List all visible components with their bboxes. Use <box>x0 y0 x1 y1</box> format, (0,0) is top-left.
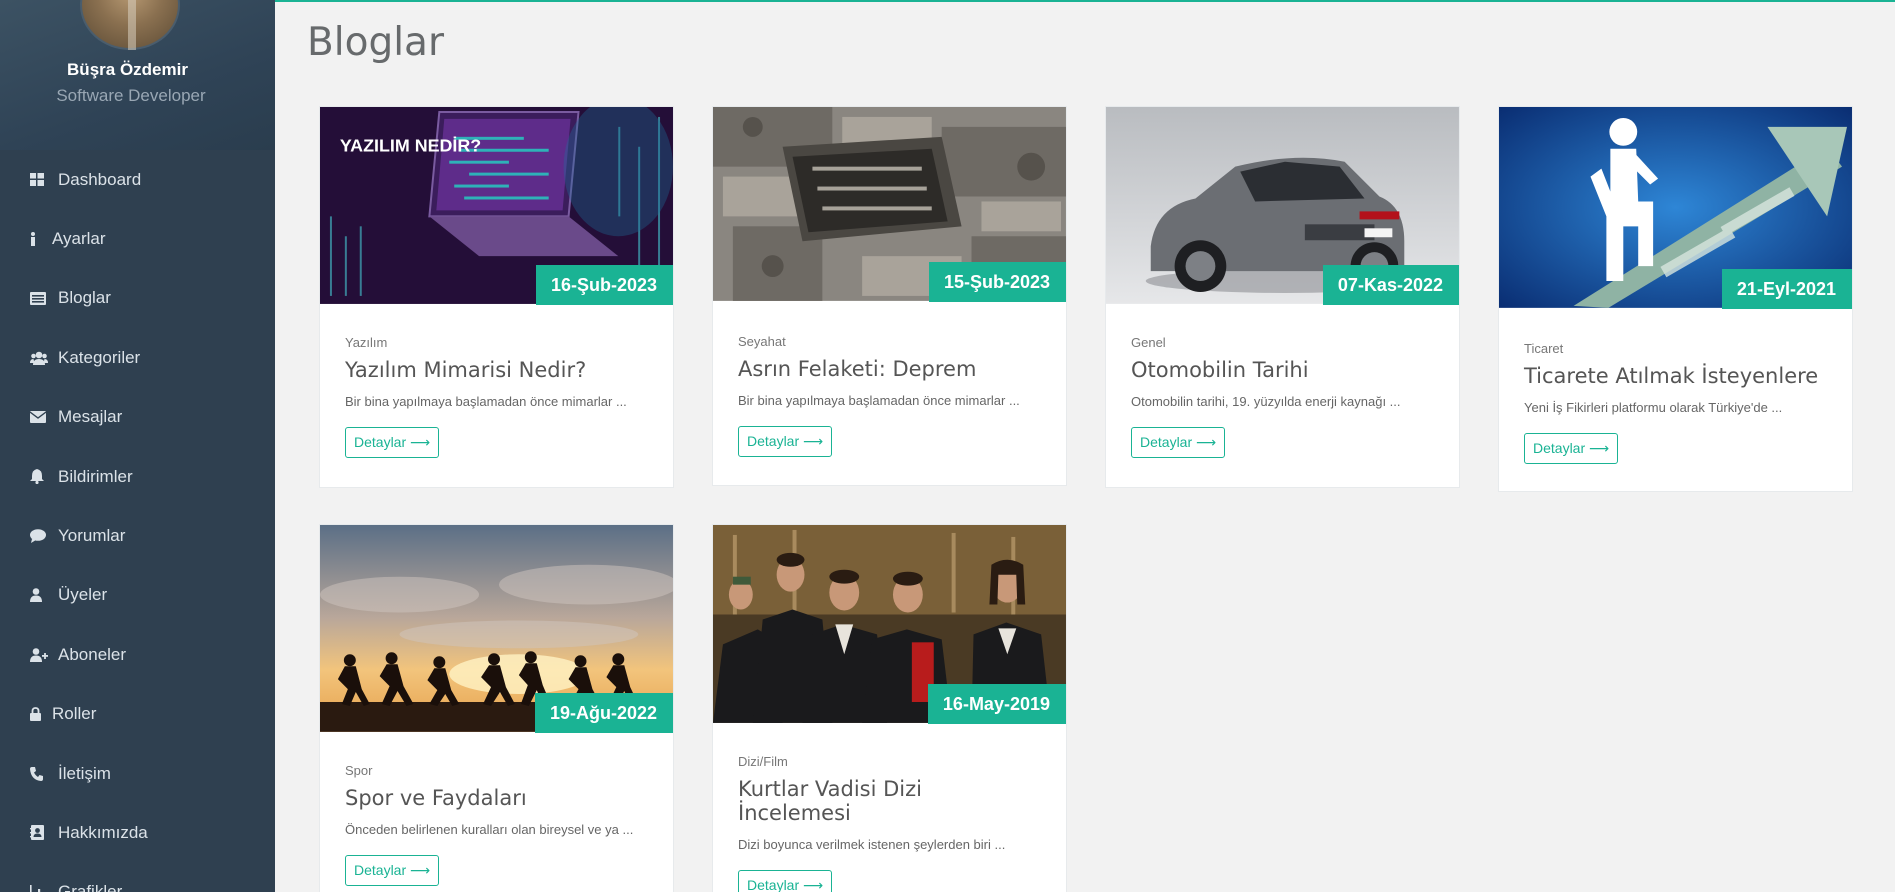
date-badge: 16-May-2019 <box>927 684 1066 724</box>
card-body: Spor Spor ve Faydaları Önceden belirlene… <box>320 733 673 892</box>
image-caption: YAZILIM NEDİR? <box>340 136 481 156</box>
sidebar-item-categories[interactable]: Kategoriler <box>0 328 275 387</box>
category-label: Ticaret <box>1524 341 1564 356</box>
category-label: Spor <box>345 763 373 778</box>
sidebar-item-label: Ayarlar <box>52 229 106 249</box>
sidebar-item-label: Mesajlar <box>58 407 123 427</box>
sidebar-item-notifications[interactable]: Bildirimler <box>0 447 275 506</box>
details-button[interactable]: Detaylar ⟶ <box>345 427 440 458</box>
blog-card: YAZILIM NEDİR? 16-Şub-2023 Yazılım Yazıl… <box>319 106 674 488</box>
blog-card: 07-Kas-2022 Genel Otomobilin Tarihi Otom… <box>1105 106 1460 488</box>
sidebar-item-label: Hakkımızda <box>58 822 148 842</box>
date-badge: 16-Şub-2023 <box>535 265 673 305</box>
sidebar-item-label: İletişim <box>58 763 111 783</box>
sidebar-item-dashboard[interactable]: Dashboard <box>0 150 275 209</box>
date-badge: 21-Eyl-2021 <box>1721 269 1852 309</box>
blog-card: 19-Ağu-2022 Spor Spor ve Faydaları Önced… <box>319 524 674 892</box>
blog-excerpt: Dizi boyunca verilmek istenen şeylerden … <box>738 837 1006 852</box>
blog-title[interactable]: Otomobilin Tarihi <box>1131 358 1434 382</box>
info-icon <box>30 231 44 247</box>
details-button[interactable]: Detaylar ⟶ <box>1524 433 1619 464</box>
category-label: Seyahat <box>738 334 786 349</box>
blog-card: 15-Şub-2023 Seyahat Asrın Felaketi: Depr… <box>712 106 1067 486</box>
sidebar-item-label: Üyeler <box>58 585 108 605</box>
blog-image[interactable]: 15-Şub-2023 <box>713 107 1066 302</box>
blog-card: 21-Eyl-2021 Ticaret Ticarete Atılmak İst… <box>1498 106 1853 492</box>
sidebar-item-messages[interactable]: Mesajlar <box>0 388 275 447</box>
sidebar: Büşra Özdemir Software Developer Dashboa… <box>0 0 275 892</box>
blog-title[interactable]: Yazılım Mimarisi Nedir? <box>345 358 648 382</box>
blog-title[interactable]: Asrın Felaketi: Deprem <box>738 357 1041 381</box>
blog-card: 16-May-2019 Dizi/Film Kurtlar Vadisi Diz… <box>712 524 1067 892</box>
sidebar-item-subscribers[interactable]: Aboneler <box>0 625 275 684</box>
lock-icon <box>30 706 44 722</box>
profile-role: Software Developer <box>56 86 206 105</box>
blog-title[interactable]: Spor ve Faydaları <box>345 786 648 810</box>
blog-excerpt: Bir bina yapılmaya başlamadan önce mimar… <box>738 393 1020 408</box>
sidebar-item-label: Grafikler <box>58 882 123 892</box>
sidebar-item-label: Dashboard <box>58 169 142 189</box>
blog-excerpt: Bir bina yapılmaya başlamadan önce mimar… <box>345 394 627 409</box>
phone-icon <box>30 766 50 782</box>
dashboard-icon <box>30 172 50 188</box>
sidebar-item-charts[interactable]: Grafikler <box>0 863 275 892</box>
bell-icon <box>30 469 50 485</box>
blog-image[interactable]: 16-May-2019 <box>713 525 1066 724</box>
blog-image[interactable]: YAZILIM NEDİR? 16-Şub-2023 <box>320 107 673 305</box>
profile-name: Büşra Özdemir <box>67 60 188 79</box>
sidebar-item-members[interactable]: Üyeler <box>0 566 275 625</box>
blog-excerpt: Yeni İş Fikirleri platformu olarak Türki… <box>1524 400 1783 415</box>
blog-image[interactable]: 19-Ağu-2022 <box>320 525 673 733</box>
card-body: Seyahat Asrın Felaketi: Deprem Bir bina … <box>713 302 1066 482</box>
user-icon <box>30 587 50 603</box>
sidebar-item-label: Yorumlar <box>58 526 126 546</box>
sidebar-item-label: Aboneler <box>58 644 127 664</box>
list-alt-icon <box>30 290 50 306</box>
blog-excerpt: Önceden belirlenen kuralları olan bireys… <box>345 822 634 837</box>
card-body: Yazılım Yazılım Mimarisi Nedir? Bir bina… <box>320 305 673 483</box>
sidebar-item-comments[interactable]: Yorumlar <box>0 506 275 565</box>
blog-excerpt: Otomobilin tarihi, 19. yüzyılda enerji k… <box>1131 394 1401 409</box>
card-body: Ticaret Ticarete Atılmak İsteyenlere Yen… <box>1499 309 1852 489</box>
category-label: Dizi/Film <box>738 754 788 769</box>
date-badge: 15-Şub-2023 <box>928 262 1066 302</box>
blog-image[interactable]: 07-Kas-2022 <box>1106 107 1459 305</box>
sidebar-item-label: Bloglar <box>58 288 111 308</box>
details-button[interactable]: Detaylar ⟶ <box>1131 427 1226 458</box>
sidebar-item-label: Kategoriler <box>58 347 141 367</box>
sidebar-item-roles[interactable]: Roller <box>0 685 275 744</box>
sidebar-item-about[interactable]: Hakkımızda <box>0 803 275 862</box>
date-badge: 19-Ağu-2022 <box>534 693 673 733</box>
chart-icon <box>30 884 50 892</box>
main-content: Bloglar YAZILIM NEDİR? 16-Şub-2023 Yazıl… <box>275 0 1895 892</box>
users-icon <box>30 350 50 366</box>
avatar[interactable] <box>80 0 180 50</box>
category-label: Yazılım <box>345 335 388 350</box>
comment-icon <box>30 528 50 544</box>
profile-panel: Büşra Özdemir Software Developer <box>0 0 275 150</box>
details-button[interactable]: Detaylar ⟶ <box>738 426 833 457</box>
blog-title[interactable]: Kurtlar Vadisi Dizi İncelemesi <box>738 777 1041 825</box>
envelope-icon <box>30 409 50 425</box>
sidebar-item-label: Bildirimler <box>58 466 133 486</box>
user-plus-icon <box>30 647 50 663</box>
address-book-icon <box>30 825 50 841</box>
blog-image[interactable]: 21-Eyl-2021 <box>1499 107 1852 309</box>
card-body: Genel Otomobilin Tarihi Otomobilin tarih… <box>1106 305 1459 483</box>
sidebar-item-label: Roller <box>52 704 97 724</box>
category-label: Genel <box>1131 335 1166 350</box>
page-title: Bloglar <box>307 20 444 65</box>
details-button[interactable]: Detaylar ⟶ <box>345 855 440 886</box>
card-body: Dizi/Film Kurtlar Vadisi Dizi İncelemesi… <box>713 724 1066 892</box>
sidebar-item-blogs[interactable]: Bloglar <box>0 269 275 328</box>
sidebar-item-contact[interactable]: İletişim <box>0 744 275 803</box>
sidebar-nav: Dashboard Ayarlar Bloglar Kategoriler Me… <box>0 150 275 892</box>
date-badge: 07-Kas-2022 <box>1322 265 1459 305</box>
details-button[interactable]: Detaylar ⟶ <box>738 870 833 892</box>
sidebar-item-settings[interactable]: Ayarlar <box>0 209 275 268</box>
blog-title[interactable]: Ticarete Atılmak İsteyenlere <box>1524 364 1827 388</box>
